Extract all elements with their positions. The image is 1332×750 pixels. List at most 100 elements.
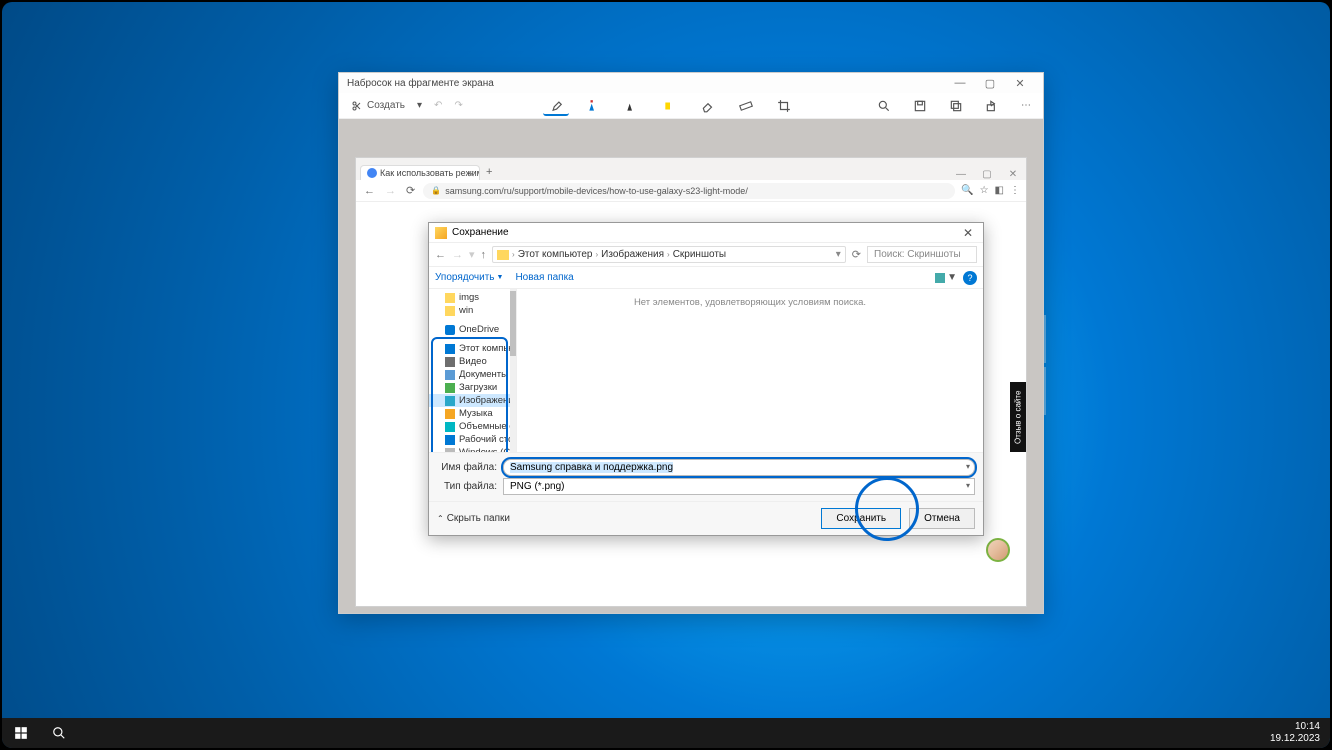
tree-item-label: Объемные объ xyxy=(459,421,517,432)
dl-icon xyxy=(445,383,455,393)
new-snip-button[interactable]: Создать xyxy=(345,98,411,114)
save-button[interactable]: Сохранить xyxy=(821,508,901,529)
tree-item[interactable]: Рабочий стол xyxy=(429,433,516,446)
refresh-button[interactable]: ⟳ xyxy=(852,248,861,261)
tree-item[interactable]: Видео xyxy=(429,355,516,368)
nav-up-button[interactable]: ▾ xyxy=(469,248,475,261)
snip-dropdown-icon[interactable]: ▾ xyxy=(411,98,428,113)
obj3d-icon xyxy=(445,422,455,432)
touch-writing-button[interactable] xyxy=(543,96,569,116)
new-tab-button[interactable]: + xyxy=(480,164,498,180)
tree-item[interactable]: OneDrive xyxy=(429,323,516,336)
folder-icon xyxy=(445,306,455,316)
dialog-title: Сохранение xyxy=(452,227,509,238)
browser-maximize-icon[interactable]: ▢ xyxy=(974,169,1000,180)
address-bar[interactable]: 🔒 samsung.com/ru/support/mobile-devices/… xyxy=(423,183,955,199)
redo-button[interactable]: ↷ xyxy=(448,98,468,113)
folder-icon xyxy=(445,293,455,303)
tree-item[interactable]: imgs xyxy=(429,291,516,304)
forward-button[interactable]: → xyxy=(383,185,398,197)
tree-item-label: Рабочий стол xyxy=(459,434,517,445)
crop-button[interactable] xyxy=(771,96,797,116)
filename-label: Имя файла: xyxy=(437,462,497,473)
browser-minimize-icon[interactable]: — xyxy=(948,169,974,180)
pencil-button[interactable] xyxy=(619,96,645,116)
tree-item-label: Этот компьютер xyxy=(459,343,517,354)
folder-tree: imgswin OneDrive Этот компьютерВидеоДокуме… xyxy=(429,289,517,452)
filetype-select[interactable]: PNG (*.png) ▾ xyxy=(503,478,975,495)
desk-icon xyxy=(445,435,455,445)
favicon-icon xyxy=(367,168,377,178)
search-addr-icon[interactable]: 🔍 xyxy=(961,185,973,196)
nav-forward-button[interactable]: → xyxy=(452,249,463,261)
search-button[interactable] xyxy=(40,718,78,748)
browser-tab[interactable]: Как использовать режим нес… ✕ xyxy=(360,165,480,180)
start-button[interactable] xyxy=(2,718,40,748)
chat-avatar-icon[interactable] xyxy=(986,538,1010,562)
hide-folders-button[interactable]: ⌃ Скрыть папки xyxy=(437,513,510,524)
breadcrumb[interactable]: › Этот компьютер › Изображения › Скриншо… xyxy=(492,246,846,263)
nav-up-arrow-button[interactable]: ↑ xyxy=(481,249,487,261)
extension-icon[interactable]: ◧ xyxy=(995,185,1004,196)
tree-item[interactable]: Документы xyxy=(429,368,516,381)
snip-sketch-window: Набросок на фрагменте экрана — ▢ ✕ Созда… xyxy=(338,72,1044,614)
dialog-close-button[interactable]: ✕ xyxy=(959,226,977,240)
ballpoint-pen-button[interactable] xyxy=(581,96,607,116)
tree-item-label: Изображения xyxy=(459,395,517,406)
filename-input[interactable]: Samsung справка и поддержка.png ▾ xyxy=(503,459,975,476)
more-button[interactable]: ⋯ xyxy=(1015,97,1037,115)
tab-close-icon[interactable]: ✕ xyxy=(467,169,475,180)
minimize-button[interactable]: — xyxy=(945,77,975,89)
mus-icon xyxy=(445,409,455,419)
highlighter-button[interactable] xyxy=(657,96,683,116)
pc-icon xyxy=(445,344,455,354)
dropdown-icon[interactable]: ▾ xyxy=(966,481,970,490)
browser-screenshot: Как использовать режим нес… ✕ + — ▢ ✕ ← … xyxy=(355,157,1027,607)
tree-scrollbar[interactable] xyxy=(510,289,516,452)
new-folder-button[interactable]: Новая папка xyxy=(515,272,573,283)
tree-item[interactable]: win xyxy=(429,304,516,317)
desktop: Набросок на фрагменте экрана — ▢ ✕ Созда… xyxy=(2,2,1330,748)
window-title: Набросок на фрагменте экрана xyxy=(347,78,494,89)
eraser-button[interactable] xyxy=(695,96,721,116)
share-button[interactable] xyxy=(979,97,1005,115)
tree-item[interactable]: Загрузки xyxy=(429,381,516,394)
tree-item[interactable]: Изображения xyxy=(429,394,516,407)
ruler-button[interactable] xyxy=(733,96,759,116)
dropdown-icon[interactable]: ▾ xyxy=(966,462,970,471)
nav-back-button[interactable]: ← xyxy=(435,249,446,261)
menu-icon[interactable]: ⋮ xyxy=(1010,185,1020,196)
vid-icon xyxy=(445,357,455,367)
file-list: Нет элементов, удовлетворяющих условиям … xyxy=(517,289,983,452)
tree-item[interactable]: Этот компьютер xyxy=(429,342,516,355)
undo-button[interactable]: ↶ xyxy=(428,98,448,113)
copy-button[interactable] xyxy=(943,97,969,115)
tree-item-label: Документы xyxy=(459,369,508,380)
view-button[interactable]: ▼ xyxy=(935,272,957,283)
save-as-button[interactable] xyxy=(907,97,933,115)
search-input[interactable]: Поиск: Скриншоты xyxy=(867,246,977,263)
star-icon[interactable]: ☆ xyxy=(980,185,989,196)
reload-button[interactable]: ⟳ xyxy=(404,184,417,197)
drive-icon xyxy=(445,448,455,453)
organize-button[interactable]: Упорядочить ▼ xyxy=(435,272,503,283)
tree-item[interactable]: Windows (C:) xyxy=(429,446,516,452)
tree-item[interactable]: Музыка xyxy=(429,407,516,420)
cancel-button[interactable]: Отмена xyxy=(909,508,975,529)
filetype-label: Тип файла: xyxy=(437,481,497,492)
system-clock[interactable]: 10:14 19.12.2023 xyxy=(1260,721,1330,745)
taskbar: 10:14 19.12.2023 xyxy=(2,718,1330,748)
tree-item-label: Загрузки xyxy=(459,382,497,393)
tree-item-label: Windows (C:) xyxy=(459,447,516,452)
back-button[interactable]: ← xyxy=(362,185,377,197)
dialog-icon xyxy=(435,227,447,239)
help-button[interactable]: ? xyxy=(963,271,977,285)
folder-icon xyxy=(497,250,509,260)
zoom-button[interactable] xyxy=(871,97,897,115)
browser-close-icon[interactable]: ✕ xyxy=(1000,169,1026,180)
feedback-tab[interactable]: Отзыв о сайте xyxy=(1010,382,1026,452)
snip-canvas: Как использовать режим нес… ✕ + — ▢ ✕ ← … xyxy=(339,119,1043,613)
tree-item[interactable]: Объемные объ xyxy=(429,420,516,433)
maximize-button[interactable]: ▢ xyxy=(975,77,1005,90)
close-button[interactable]: ✕ xyxy=(1005,77,1035,90)
